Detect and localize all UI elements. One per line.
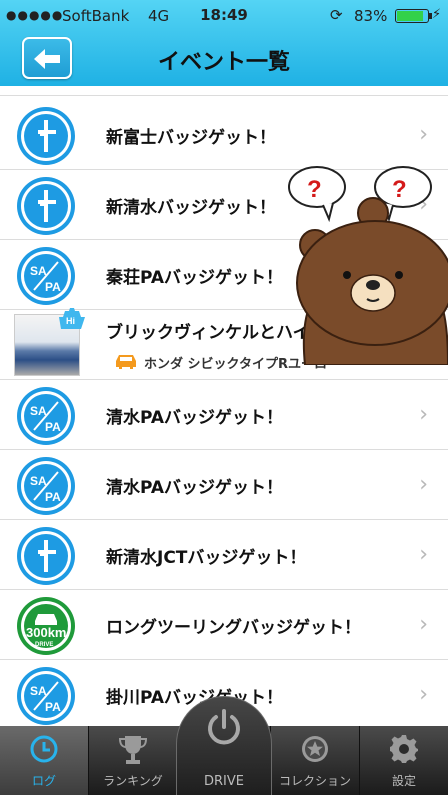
- sapa-icon: SA PA: [17, 457, 75, 515]
- svg-text:PA: PA: [45, 700, 61, 714]
- event-label: 新清水JCTバッジゲット！: [106, 548, 307, 568]
- junction-icon: [17, 177, 75, 235]
- sapa-icon: SA PA: [17, 247, 75, 305]
- clock-icon: [30, 735, 58, 763]
- car-icon: [116, 355, 136, 369]
- svg-text:?: ?: [307, 176, 322, 203]
- drive-label: DRIVE: [204, 774, 244, 789]
- battery-percent: 83%: [354, 7, 388, 25]
- rotation-lock-icon: ⟳: [330, 6, 343, 24]
- status-bar: ●●●●● SoftBank 4G 18:49 ⟳ 83% ⚡: [0, 0, 448, 30]
- event-label: 掛川PAバッジゲット！: [106, 688, 284, 708]
- photo-thumbnail: Hi: [14, 308, 85, 376]
- sapa-icon: SA PA: [17, 667, 75, 725]
- svg-text:SA: SA: [30, 264, 47, 278]
- svg-text:SA: SA: [30, 474, 47, 488]
- tab-ranking[interactable]: ランキング: [89, 726, 177, 795]
- tab-log[interactable]: ログ: [0, 726, 88, 795]
- event-label: 清水PAバッジゲット！: [106, 478, 284, 498]
- event-label: 新清水バッジゲット！: [106, 198, 276, 218]
- event-label: 新富士バッジゲット！: [106, 128, 276, 148]
- svg-text:PA: PA: [45, 420, 61, 434]
- power-icon: [208, 709, 240, 745]
- event-row[interactable]: 300km DRIVE ロングツーリングバッジゲット！ ›: [0, 590, 448, 660]
- svg-text:PA: PA: [45, 490, 61, 504]
- bear-mascot-icon: ? ?: [288, 166, 448, 365]
- chevron-right-icon: ›: [419, 612, 428, 637]
- tab-collection[interactable]: コレクション: [271, 726, 359, 795]
- tab-settings[interactable]: 設定: [360, 726, 448, 795]
- header-bar: ●●●●● SoftBank 4G 18:49 ⟳ 83% ⚡ イベント一覧: [0, 0, 448, 86]
- svg-text:SA: SA: [30, 404, 47, 418]
- star-medal-icon: [302, 736, 328, 762]
- event-row[interactable]: 新富士バッジゲット！ ›: [0, 100, 448, 170]
- drive-button[interactable]: DRIVE: [176, 696, 272, 795]
- tab-collection-label: コレクション: [278, 774, 351, 788]
- svg-text:300km: 300km: [26, 625, 66, 640]
- tab-log-label: ログ: [31, 774, 56, 788]
- junction-icon: [17, 527, 75, 585]
- tab-settings-label: 設定: [391, 774, 416, 788]
- event-row[interactable]: SA PA 清水PAバッジゲット！ ›: [0, 450, 448, 520]
- gear-icon: [390, 735, 418, 763]
- chevron-right-icon: ›: [419, 542, 428, 567]
- chevron-right-icon: ›: [419, 472, 428, 497]
- svg-text:?: ?: [392, 176, 407, 203]
- junction-icon: [17, 107, 75, 165]
- page-title: イベント一覧: [157, 50, 290, 75]
- event-row-partial[interactable]: [0, 86, 448, 96]
- battery-icon: [395, 9, 432, 23]
- event-label: 秦荘PAバッジゲット！: [106, 268, 284, 288]
- event-row[interactable]: 新清水JCTバッジゲット！ ›: [0, 520, 448, 590]
- tab-ranking-label: ランキング: [103, 774, 163, 788]
- svg-text:PA: PA: [45, 280, 61, 294]
- event-label: 清水PAバッジゲット！: [106, 408, 284, 428]
- drive-300km-icon: 300km DRIVE: [17, 597, 75, 655]
- svg-text:Hi: Hi: [66, 316, 75, 326]
- trophy-icon: [118, 736, 148, 764]
- svg-text:SA: SA: [30, 684, 47, 698]
- chevron-right-icon: ›: [419, 682, 428, 707]
- charging-icon: ⚡: [432, 7, 442, 22]
- chevron-right-icon: ›: [419, 402, 428, 427]
- svg-text:DRIVE: DRIVE: [35, 642, 53, 648]
- sapa-icon: SA PA: [17, 387, 75, 445]
- chevron-right-icon: ›: [419, 122, 428, 147]
- event-row[interactable]: SA PA 清水PAバッジゲット！ ›: [0, 380, 448, 450]
- event-label: ロングツーリングバッジゲット！: [106, 618, 361, 638]
- hi-hand-icon: Hi: [59, 308, 85, 329]
